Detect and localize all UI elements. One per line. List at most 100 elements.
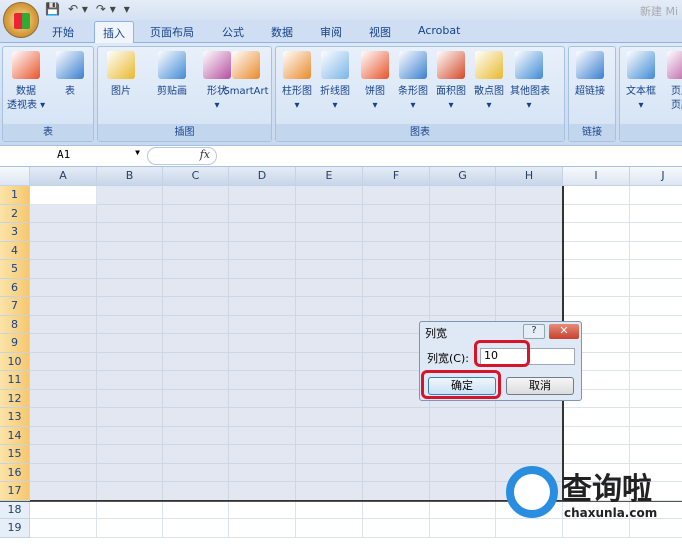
row-header-8[interactable]: 8 xyxy=(0,315,30,334)
ribbon-button-1-3[interactable]: SmartArt xyxy=(216,51,276,99)
cell-C16[interactable] xyxy=(163,463,229,482)
cell-E5[interactable] xyxy=(296,260,363,279)
cell-A9[interactable] xyxy=(30,334,97,353)
row-header-16[interactable]: 16 xyxy=(0,463,30,482)
row-header-9[interactable]: 9 xyxy=(0,334,30,353)
cell-A18[interactable] xyxy=(30,500,97,519)
row-header-11[interactable]: 11 xyxy=(0,371,30,390)
cell-E14[interactable] xyxy=(296,426,363,445)
cancel-button[interactable]: 取消 xyxy=(506,377,574,395)
cell-D12[interactable] xyxy=(229,389,296,408)
cell-E11[interactable] xyxy=(296,371,363,390)
cell-J4[interactable] xyxy=(630,242,682,260)
close-button[interactable]: ✕ xyxy=(549,324,579,339)
row-header-7[interactable]: 7 xyxy=(0,297,30,316)
cell-A15[interactable] xyxy=(30,445,97,464)
cell-B5[interactable] xyxy=(97,260,163,279)
cell-F7[interactable] xyxy=(363,297,430,316)
cell-I7[interactable] xyxy=(563,297,630,316)
cell-E4[interactable] xyxy=(296,241,363,260)
cell-A14[interactable] xyxy=(30,426,97,445)
ribbon-button-0-1[interactable]: 表 xyxy=(51,51,89,99)
column-header-A[interactable]: A xyxy=(30,167,97,186)
tab-2[interactable]: 页面布局 xyxy=(150,24,194,40)
row-header-17[interactable]: 17 xyxy=(0,482,30,501)
cell-J8[interactable] xyxy=(630,316,682,334)
cell-C18[interactable] xyxy=(163,500,229,519)
ribbon-button-4-0[interactable]: 文本框 ▾ xyxy=(622,51,660,113)
cell-G1[interactable] xyxy=(430,186,496,205)
cell-C13[interactable] xyxy=(163,408,229,427)
ribbon-button-2-4[interactable]: 面积图 ▾ xyxy=(432,51,470,113)
cell-G7[interactable] xyxy=(430,297,496,316)
cell-G17[interactable] xyxy=(430,482,496,501)
cell-A17[interactable] xyxy=(30,482,97,501)
tab-3[interactable]: 公式 xyxy=(222,24,244,40)
cell-G19[interactable] xyxy=(430,519,496,538)
cell-F18[interactable] xyxy=(363,500,430,519)
cell-F15[interactable] xyxy=(363,445,430,464)
cell-H3[interactable] xyxy=(496,223,563,242)
cell-I6[interactable] xyxy=(563,278,630,297)
tab-6[interactable]: 视图 xyxy=(369,24,391,40)
cell-E17[interactable] xyxy=(296,482,363,501)
row-header-6[interactable]: 6 xyxy=(0,278,30,297)
column-header-D[interactable]: D xyxy=(229,167,296,186)
row-header-2[interactable]: 2 xyxy=(0,204,30,223)
cell-B12[interactable] xyxy=(97,389,163,408)
cell-B13[interactable] xyxy=(97,408,163,427)
select-all-corner[interactable] xyxy=(0,167,30,186)
cell-C11[interactable] xyxy=(163,371,229,390)
cell-D13[interactable] xyxy=(229,408,296,427)
cell-H13[interactable] xyxy=(496,408,563,427)
cell-D8[interactable] xyxy=(229,315,296,334)
cell-F14[interactable] xyxy=(363,426,430,445)
cell-J9[interactable] xyxy=(630,334,682,353)
cell-A2[interactable] xyxy=(30,204,97,223)
cell-D9[interactable] xyxy=(229,334,296,353)
cell-H5[interactable] xyxy=(496,260,563,279)
cell-C8[interactable] xyxy=(163,315,229,334)
cell-E19[interactable] xyxy=(296,519,363,538)
cell-E16[interactable] xyxy=(296,463,363,482)
cell-E6[interactable] xyxy=(296,278,363,297)
cell-J2[interactable] xyxy=(630,205,682,223)
cell-C5[interactable] xyxy=(163,260,229,279)
row-header-18[interactable]: 18 xyxy=(0,500,30,519)
column-header-F[interactable]: F xyxy=(363,167,430,186)
cell-C3[interactable] xyxy=(163,223,229,242)
cell-A4[interactable] xyxy=(30,241,97,260)
cell-E2[interactable] xyxy=(296,204,363,223)
cell-G5[interactable] xyxy=(430,260,496,279)
cell-F1[interactable] xyxy=(363,186,430,205)
column-header-B[interactable]: B xyxy=(97,167,163,186)
tab-1[interactable]: 插入 xyxy=(94,21,134,44)
cell-F3[interactable] xyxy=(363,223,430,242)
cell-J15[interactable] xyxy=(630,445,682,464)
cell-B16[interactable] xyxy=(97,463,163,482)
ribbon-button-2-5[interactable]: 散点图 ▾ xyxy=(470,51,508,113)
name-box[interactable]: A1 ▼ xyxy=(2,148,144,165)
column-header-E[interactable]: E xyxy=(296,167,363,186)
cell-J6[interactable] xyxy=(630,279,682,297)
cell-C6[interactable] xyxy=(163,278,229,297)
cell-B9[interactable] xyxy=(97,334,163,353)
cell-J3[interactable] xyxy=(630,223,682,242)
cell-B8[interactable] xyxy=(97,315,163,334)
cell-E3[interactable] xyxy=(296,223,363,242)
cell-G4[interactable] xyxy=(430,241,496,260)
cell-D17[interactable] xyxy=(229,482,296,501)
cell-I15[interactable] xyxy=(563,445,630,464)
cell-D16[interactable] xyxy=(229,463,296,482)
cell-G2[interactable] xyxy=(430,204,496,223)
row-header-5[interactable]: 5 xyxy=(0,260,30,279)
cell-B2[interactable] xyxy=(97,204,163,223)
ribbon-button-2-3[interactable]: 条形图 ▾ xyxy=(394,51,432,113)
cell-A11[interactable] xyxy=(30,371,97,390)
row-header-14[interactable]: 14 xyxy=(0,426,30,445)
ribbon-button-4-1[interactable]: 页眉 页脚 xyxy=(662,51,682,113)
cell-H15[interactable] xyxy=(496,445,563,464)
cell-B15[interactable] xyxy=(97,445,163,464)
row-header-3[interactable]: 3 xyxy=(0,223,30,242)
cell-G18[interactable] xyxy=(430,500,496,519)
